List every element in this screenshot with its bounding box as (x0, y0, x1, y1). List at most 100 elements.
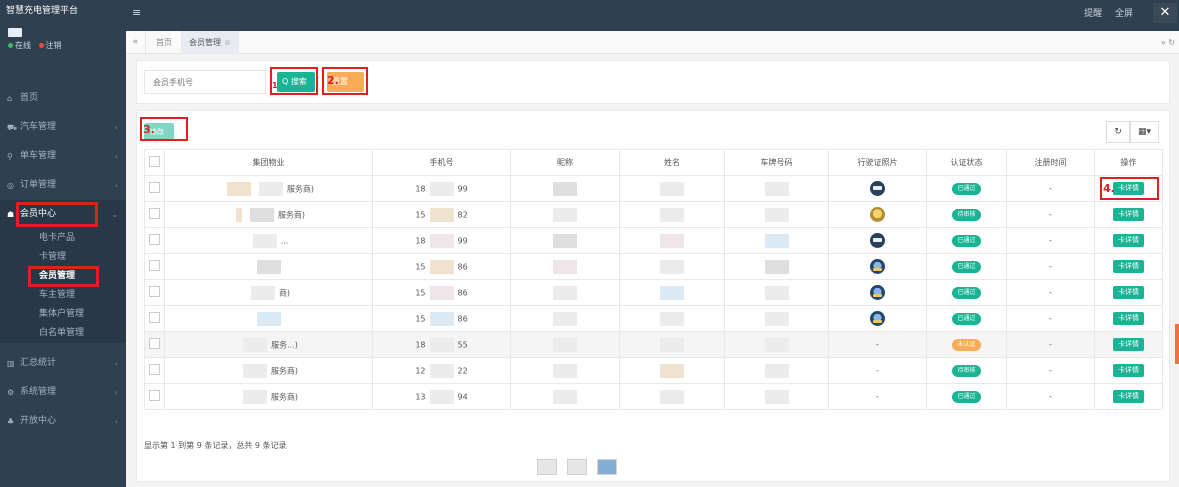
page-next-button[interactable] (597, 459, 617, 475)
license-photo-thumbnail[interactable] (870, 259, 885, 274)
blurred-content (660, 207, 684, 222)
user-box: 在线 注销 (0, 22, 126, 84)
row-checkbox[interactable] (149, 312, 160, 323)
annotation-4: 4. (1103, 182, 1115, 195)
close-tab-icon[interactable]: ⊗ (224, 38, 231, 47)
table-panel: 修改 3. ↻ ▦▾ 集团物业 手机号 昵称 姓名 车牌号码 行驶证照片 认证状… (136, 110, 1170, 482)
col-license-photo[interactable]: 行驶证照片 (828, 149, 927, 176)
card-detail-button[interactable]: 卡详情 (1113, 260, 1144, 273)
columns-icon[interactable]: ▦▾ (1129, 121, 1159, 143)
blurred-content (660, 181, 684, 196)
sidebar-item-bike[interactable]: ⚲ 单车管理 ‹ (0, 142, 126, 171)
sidebar-item-open[interactable]: ♣ 开放中心 ‹ (0, 407, 126, 436)
col-register-time[interactable]: 注册时间 (1006, 149, 1095, 176)
blurred-content (553, 207, 577, 222)
tab-scroll-left-icon[interactable]: « (126, 31, 146, 54)
tab-scroll-right-icon[interactable]: » ↻ (1157, 31, 1179, 54)
scrollbar[interactable] (1175, 324, 1179, 364)
topbar: ≡ 提醒 全屏 ✕ (126, 0, 1179, 31)
blurred-content (764, 207, 789, 222)
card-detail-button[interactable]: 卡详情 (1113, 364, 1144, 377)
license-photo-thumbnail[interactable] (870, 233, 885, 248)
license-photo-thumbnail[interactable] (870, 285, 885, 300)
pagination-summary: 显示第 1 到第 9 条记录，总共 9 条记录 (144, 441, 287, 450)
blurred-content (553, 285, 577, 300)
license-photo-empty: - (828, 331, 927, 358)
sidebar-item-card-products[interactable]: 电卡产品 (0, 229, 126, 248)
blurred-content (660, 285, 684, 300)
license-photo-thumbnail[interactable] (870, 311, 885, 326)
annotation-3: 3. (143, 123, 155, 136)
row-checkbox[interactable] (149, 338, 160, 349)
col-group[interactable]: 集团物业 (164, 149, 373, 176)
tab-member-management[interactable]: 会员管理 ⊗ (181, 31, 239, 54)
select-all-checkbox[interactable] (149, 156, 160, 167)
status-badge: 已通过 (952, 390, 981, 403)
card-detail-button[interactable]: 卡详情 (1113, 390, 1144, 403)
blurred-content (256, 311, 281, 326)
orders-icon: ◎ (7, 181, 14, 190)
row-checkbox[interactable] (149, 182, 160, 193)
row-checkbox[interactable] (149, 390, 160, 401)
register-time: - (1006, 253, 1095, 280)
sidebar-item-whitelist-management[interactable]: 白名单管理 (0, 324, 126, 343)
topbar-reminder[interactable]: 提醒 (1084, 9, 1102, 19)
table-row: 服务商) 18 99 已通过 - 卡详情 4. (144, 175, 1163, 202)
refresh-icon[interactable]: ↻ (1106, 121, 1130, 143)
table-header-row: 集团物业 手机号 昵称 姓名 车牌号码 行驶证照片 认证状态 注册时间 操作 (144, 149, 1163, 176)
license-photo-thumbnail[interactable] (870, 207, 885, 222)
blurred-content (429, 233, 454, 248)
sidebar-item-car[interactable]: ⛟ 汽车管理 ‹ (0, 113, 126, 142)
row-checkbox[interactable] (149, 208, 160, 219)
status-badge: 已通过 (952, 312, 981, 325)
menu-toggle-icon[interactable]: ≡ (132, 6, 145, 19)
logout-link[interactable]: 注销 (38, 41, 62, 50)
card-detail-button[interactable]: 卡详情 (1113, 338, 1144, 351)
topbar-fullscreen[interactable]: 全屏 (1115, 9, 1133, 19)
page-fit-button[interactable] (567, 459, 587, 475)
sidebar-item-home[interactable]: ⌂ 首页 (0, 84, 126, 113)
sidebar-item-collective-management[interactable]: 集体户管理 (0, 305, 126, 324)
card-detail-button[interactable]: 卡详情 (1113, 312, 1144, 325)
card-detail-button[interactable]: 卡详情 (1113, 182, 1144, 195)
sidebar-item-orders[interactable]: ◎ 订单管理 ‹ (0, 171, 126, 200)
blurred-content (660, 311, 684, 326)
row-checkbox[interactable] (149, 364, 160, 375)
online-status: 在线 (8, 41, 31, 50)
phone-search-input[interactable] (144, 70, 266, 94)
row-checkbox[interactable] (149, 234, 160, 245)
online-dot-icon (8, 43, 13, 48)
search-button[interactable]: Q 搜索 (277, 72, 315, 92)
sidebar-item-member-management[interactable]: 会员管理 (0, 266, 126, 287)
sidebar-item-owner-management[interactable]: 车主管理 (0, 286, 126, 305)
row-checkbox[interactable] (149, 286, 160, 297)
main-content: Q 搜索 重置 1 2. 修改 3. ↻ ▦▾ 集团 (126, 54, 1179, 487)
blurred-content (429, 311, 454, 326)
col-plate[interactable]: 车牌号码 (724, 149, 829, 176)
register-time: - (1006, 279, 1095, 306)
col-phone[interactable]: 手机号 (372, 149, 511, 176)
table-row: 15 86 已通过 - 卡详情 (144, 305, 1163, 332)
card-detail-button[interactable]: 卡详情 (1113, 234, 1144, 247)
register-time: - (1006, 175, 1095, 202)
col-status[interactable]: 认证状态 (926, 149, 1007, 176)
card-detail-button[interactable]: 卡详情 (1113, 286, 1144, 299)
blurred-content (764, 389, 789, 404)
col-nickname[interactable]: 昵称 (510, 149, 620, 176)
sidebar-item-member[interactable]: ☗ 会员中心 ⌄ (0, 200, 126, 229)
sidebar-item-system[interactable]: ⚙ 系统管理 ‹ (0, 378, 126, 407)
avatar[interactable] (8, 28, 22, 37)
close-icon[interactable]: ✕ (1153, 3, 1177, 23)
sidebar-item-stats[interactable]: ▥ 汇总统计 ‹ (0, 349, 126, 378)
tab-home[interactable]: 首页 (148, 31, 180, 54)
card-detail-button[interactable]: 卡详情 (1113, 208, 1144, 221)
license-photo-thumbnail[interactable] (870, 181, 885, 196)
row-checkbox[interactable] (149, 260, 160, 271)
sidebar-item-card-management[interactable]: 卡管理 (0, 248, 126, 267)
blurred-content (553, 389, 577, 404)
blurred-content (553, 363, 577, 378)
status-badge: 已通过 (952, 182, 981, 195)
page-prev-button[interactable] (537, 459, 557, 475)
bar-chart-icon: ▥ (7, 359, 15, 368)
col-name[interactable]: 姓名 (619, 149, 725, 176)
